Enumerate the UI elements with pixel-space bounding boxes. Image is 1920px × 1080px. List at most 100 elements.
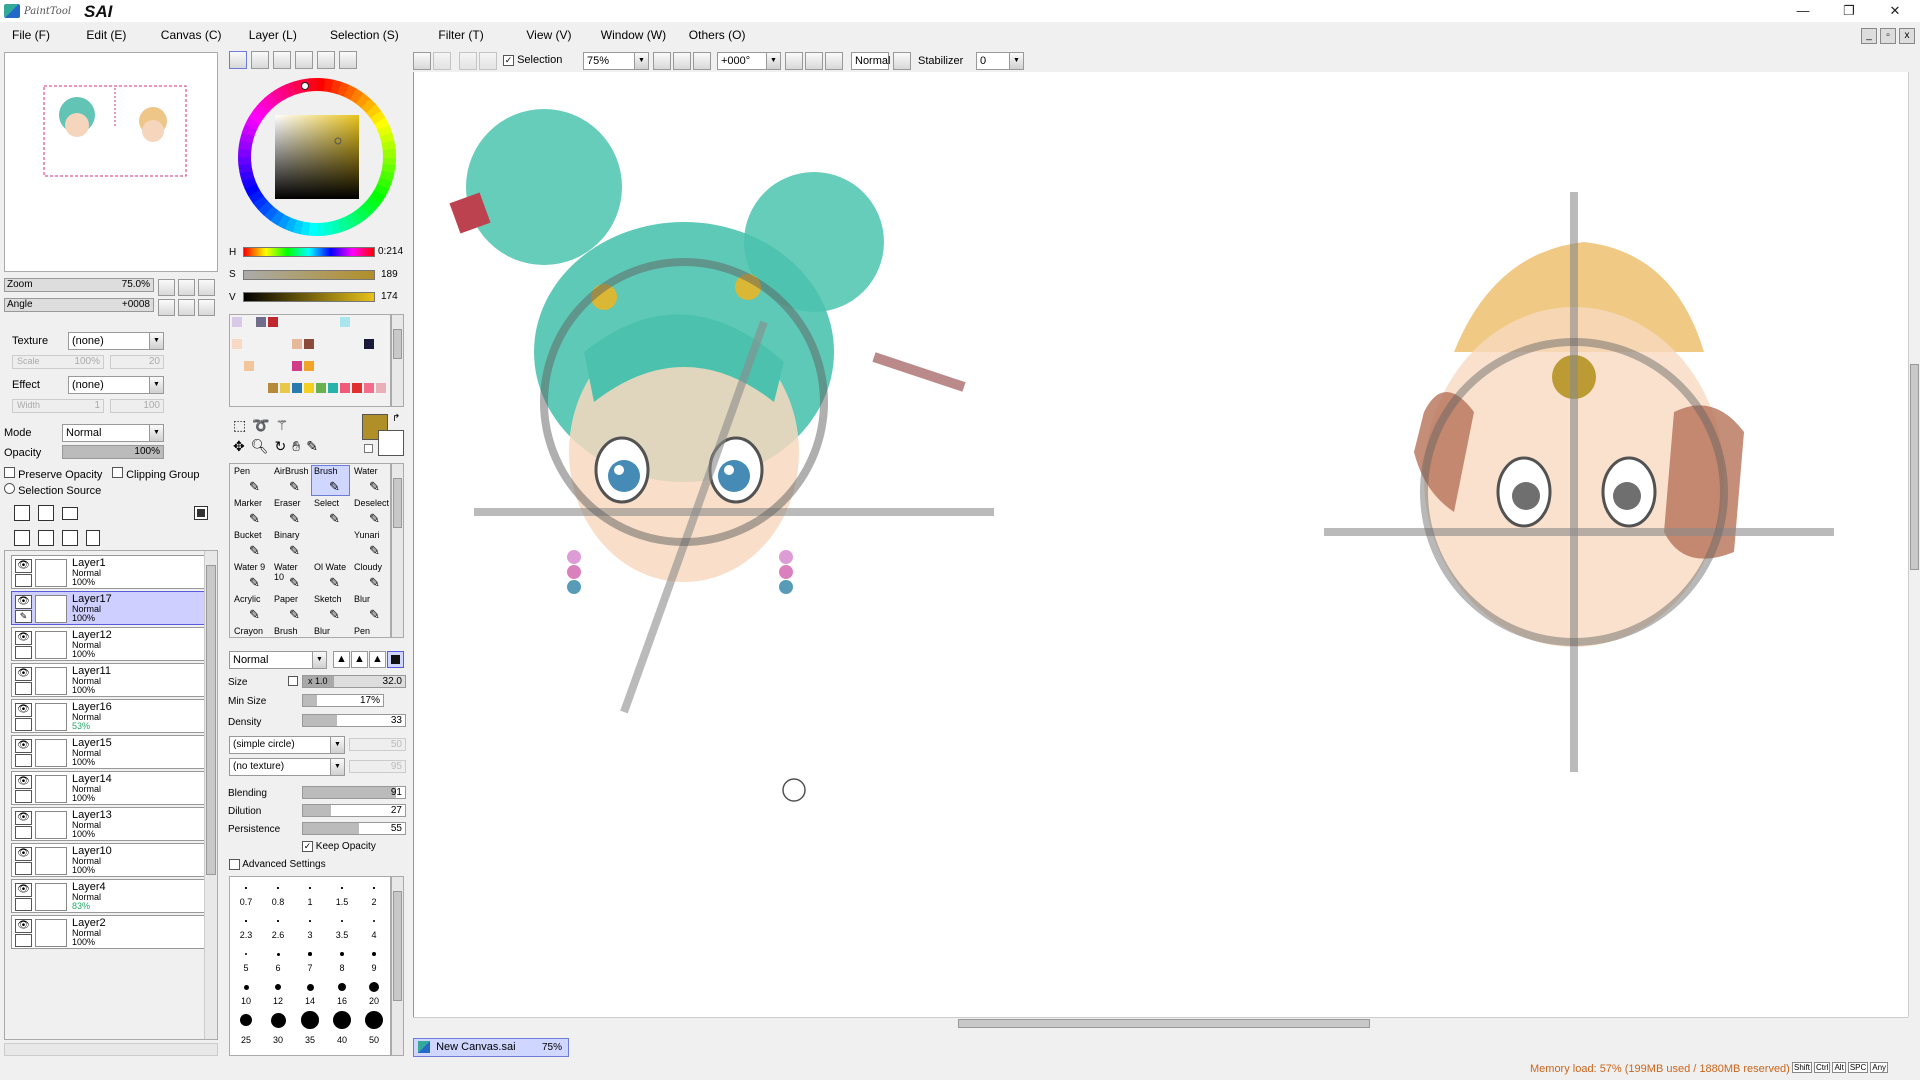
color-swatch[interactable] bbox=[292, 383, 302, 393]
zoom-out-toolbar-button[interactable] bbox=[653, 52, 671, 70]
density-slider[interactable]: 33 bbox=[302, 714, 406, 727]
brush-size-preset[interactable]: 2.6 bbox=[262, 910, 294, 943]
brush-texture-select[interactable]: (no texture) ▼ bbox=[229, 758, 345, 776]
rotate-left-button[interactable] bbox=[158, 299, 175, 316]
edge-soft-icon[interactable]: ▲ bbox=[369, 651, 386, 668]
brush-size-preset[interactable]: 10 bbox=[230, 976, 262, 1009]
move-icon[interactable]: ✥ bbox=[233, 438, 251, 454]
navigator-preview[interactable] bbox=[5, 53, 219, 273]
brush-size-preset[interactable]: 30 bbox=[262, 1009, 294, 1045]
canvas-vscrollbar[interactable] bbox=[1908, 72, 1920, 1017]
color-swatch[interactable] bbox=[232, 361, 242, 371]
brush-size-preset[interactable]: 6 bbox=[262, 943, 294, 976]
tool-blur[interactable]: Blur ✎ bbox=[351, 593, 390, 624]
eye-icon[interactable]: 👁︎ bbox=[15, 883, 32, 897]
color-swatch[interactable] bbox=[364, 383, 374, 393]
brush-size-preset[interactable]: 2 bbox=[358, 877, 390, 910]
texture-scale-slider[interactable]: Scale 100% bbox=[12, 355, 104, 369]
rotate-reset-button[interactable] bbox=[198, 299, 215, 316]
lasso-icon[interactable]: ➰ bbox=[252, 417, 275, 433]
angle-slider[interactable]: Angle +0008 bbox=[4, 298, 154, 312]
color-swatch[interactable] bbox=[280, 339, 290, 349]
tool-water-10[interactable]: Water 10 ✎ bbox=[271, 561, 310, 592]
brush-size-preset[interactable]: 20 bbox=[358, 976, 390, 1009]
brush-size-preset[interactable]: 7 bbox=[294, 943, 326, 976]
brush-size-preset[interactable]: 5 bbox=[230, 943, 262, 976]
rotate-ccw-toolbar-button[interactable] bbox=[785, 52, 803, 70]
mdi-restore-button[interactable]: ▫ bbox=[1880, 28, 1896, 44]
color-swatch[interactable] bbox=[292, 317, 302, 327]
tool-brush[interactable]: Brush✎ bbox=[271, 625, 310, 637]
eye-icon[interactable]: 👁︎ bbox=[15, 775, 32, 789]
invert-selection-button[interactable] bbox=[479, 52, 497, 70]
texture-strength-slider[interactable]: 20 bbox=[110, 355, 164, 369]
canvas-hscrollbar[interactable] bbox=[413, 1017, 1908, 1029]
eye-icon[interactable]: 👁︎ bbox=[15, 811, 32, 825]
brush-size-preset[interactable]: 40 bbox=[326, 1009, 358, 1045]
color-swatch[interactable] bbox=[256, 361, 266, 371]
layer-row[interactable]: 👁︎ ✎ Layer17 Normal 100% bbox=[11, 591, 207, 625]
color-swatch[interactable] bbox=[256, 317, 266, 327]
texture-select[interactable]: (none) ▼ bbox=[68, 332, 164, 350]
tool-water[interactable]: Water ✎ bbox=[351, 465, 390, 496]
color-swatch[interactable] bbox=[280, 317, 290, 327]
rotate-right-button[interactable] bbox=[178, 299, 195, 316]
color-wheel[interactable] bbox=[235, 75, 399, 239]
zoom-tool-icon[interactable]: 🔍︎ bbox=[251, 438, 275, 454]
brush-size-preset[interactable]: 50 bbox=[358, 1009, 390, 1045]
color-swatch[interactable] bbox=[280, 361, 290, 371]
color-swatch[interactable] bbox=[364, 339, 374, 349]
color-swatch[interactable] bbox=[352, 361, 362, 371]
tool-binary[interactable]: Binary ✎ bbox=[271, 529, 310, 560]
new-linework-layer-icon[interactable] bbox=[38, 505, 54, 521]
layer-row[interactable]: 👁︎ Layer1 Normal 100% bbox=[11, 555, 207, 589]
layer-opacity-slider[interactable]: 100% bbox=[62, 445, 164, 459]
min-size-slider[interactable]: 17% bbox=[302, 694, 384, 707]
layer-list-hscrollbar[interactable] bbox=[4, 1043, 218, 1056]
brush-size-preset[interactable]: 4 bbox=[358, 910, 390, 943]
menu-file[interactable]: File (F) bbox=[12, 28, 50, 42]
brush-size-presets[interactable]: 0.7 0.8 1 1.5 2 2.3 2.6 3 3.5 4 5 6 7 8 9 10 12 14 16 20 25 3… bbox=[229, 876, 391, 1056]
color-swatch[interactable] bbox=[376, 339, 386, 349]
color-swatch[interactable] bbox=[316, 361, 326, 371]
color-swatch[interactable] bbox=[304, 383, 314, 393]
advanced-settings-checkbox[interactable]: Advanced Settings bbox=[229, 859, 326, 870]
eyedropper-icon[interactable]: ✎ bbox=[306, 438, 324, 454]
brush-size-preset[interactable]: 0.8 bbox=[262, 877, 294, 910]
brush-texture-strength[interactable]: 95 bbox=[349, 760, 406, 773]
color-swatch[interactable] bbox=[256, 383, 266, 393]
rotate-cw-toolbar-button[interactable] bbox=[805, 52, 823, 70]
preserve-opacity-checkbox[interactable]: Preserve Opacity bbox=[4, 467, 102, 481]
color-swatch[interactable] bbox=[232, 339, 242, 349]
lock-icon[interactable] bbox=[15, 862, 32, 875]
layer-list[interactable]: 👁︎ Layer1 Normal 100% 👁︎ ✎ Layer17 Normal… bbox=[4, 550, 218, 1040]
tool-acrylic[interactable]: Acrylic ✎ bbox=[231, 593, 270, 624]
effect-strength-slider[interactable]: 100 bbox=[110, 399, 164, 413]
tool-empty[interactable] bbox=[311, 529, 350, 560]
lock-icon[interactable] bbox=[15, 898, 32, 911]
swatch-scrollbar[interactable] bbox=[391, 314, 404, 407]
color-swatch[interactable] bbox=[244, 361, 254, 371]
tool-yunari[interactable]: Yunari ✎ bbox=[351, 529, 390, 560]
keep-opacity-checkbox[interactable]: ✓ Keep Opacity bbox=[302, 841, 376, 852]
menu-edit[interactable]: Edit (E) bbox=[86, 28, 126, 42]
color-swatch[interactable] bbox=[328, 317, 338, 327]
color-swatch[interactable] bbox=[268, 339, 278, 349]
brush-shape-select[interactable]: (simple circle) ▼ bbox=[229, 736, 345, 754]
swatch-grid[interactable] bbox=[229, 314, 391, 407]
brush-size-preset[interactable]: 1.5 bbox=[326, 877, 358, 910]
size-lock-checkbox[interactable] bbox=[288, 676, 298, 686]
new-folder-icon[interactable] bbox=[62, 507, 78, 520]
tool-marker[interactable]: Marker ✎ bbox=[231, 497, 270, 528]
brush-size-scrollbar[interactable] bbox=[391, 876, 404, 1056]
scratchpad-mode-icon[interactable] bbox=[339, 51, 357, 69]
color-swatch[interactable] bbox=[244, 339, 254, 349]
layer-row[interactable]: 👁︎ Layer13 Normal 100% bbox=[11, 807, 207, 841]
delete-layer-icon[interactable] bbox=[86, 530, 100, 546]
color-swatch[interactable] bbox=[352, 339, 362, 349]
color-swatch[interactable] bbox=[232, 317, 242, 327]
menu-canvas[interactable]: Canvas (C) bbox=[161, 28, 222, 42]
layer-row[interactable]: 👁︎ Layer4 Normal 83% bbox=[11, 879, 207, 913]
tool-pen[interactable]: Pen✎ bbox=[351, 625, 390, 637]
color-swatch[interactable] bbox=[340, 339, 350, 349]
